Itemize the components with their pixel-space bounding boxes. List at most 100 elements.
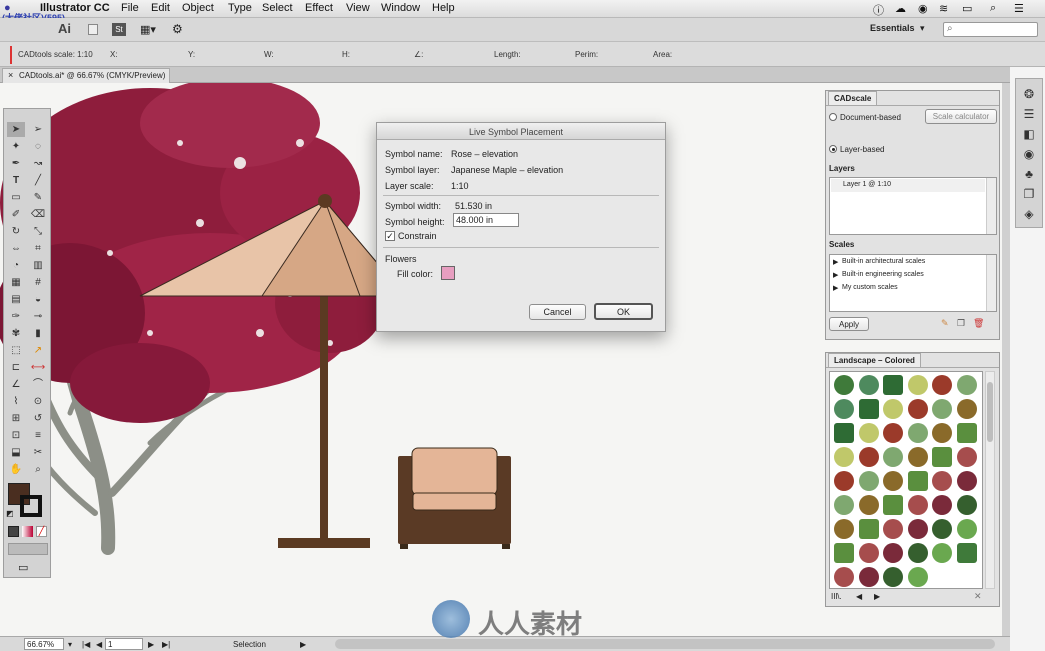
symbol-thumbnail[interactable] <box>834 543 854 563</box>
mesh-tool-icon[interactable]: # <box>29 275 47 290</box>
eyedropper-tool-icon[interactable]: ✑ <box>7 309 25 324</box>
free-transform-tool-icon[interactable]: ⌗ <box>29 241 47 256</box>
cadtools-wall-tool-icon[interactable]: ≡ <box>29 428 47 443</box>
symbol-thumbnail[interactable] <box>883 375 903 395</box>
symbol-thumbnail[interactable] <box>834 447 854 467</box>
zoom-arrow-icon[interactable]: ▾ <box>68 640 72 649</box>
lasso-tool-icon[interactable]: ◌ <box>29 139 47 154</box>
screen-mode-icon[interactable]: ▭ <box>18 561 28 574</box>
slice-tool-icon[interactable]: ⬓ <box>7 445 25 460</box>
cadtools-transform-tool-icon[interactable]: ⊞ <box>7 411 25 426</box>
symbol-thumbnail[interactable] <box>907 543 928 563</box>
menu-effect[interactable]: Effect <box>305 2 333 14</box>
menu-file[interactable]: File <box>121 2 139 14</box>
layer-row[interactable]: Layer 1 @ 1:10 <box>831 179 985 192</box>
document-based-radio[interactable] <box>829 113 837 121</box>
symbol-thumbnail[interactable] <box>834 423 854 443</box>
gradient-button[interactable] <box>22 526 33 537</box>
landscape-tab[interactable]: Landscape – Colored <box>828 353 921 367</box>
symbol-thumbnail[interactable] <box>834 495 854 515</box>
bridge-icon[interactable] <box>88 24 98 35</box>
symbol-thumbnail[interactable] <box>907 423 928 443</box>
symbol-thumbnail[interactable] <box>956 519 977 539</box>
workspace-switcher[interactable]: Essentials <box>870 23 915 33</box>
ok-button[interactable]: OK <box>594 303 653 320</box>
direct-selection-tool-icon[interactable]: ➢ <box>29 122 47 137</box>
menu-view[interactable]: View <box>346 2 370 14</box>
symbol-thumbnail[interactable] <box>932 375 952 395</box>
draw-mode-buttons[interactable] <box>8 543 48 555</box>
layer-based-radio[interactable] <box>829 145 837 153</box>
symbol-thumbnail[interactable] <box>834 471 854 491</box>
symbol-thumbnail[interactable] <box>858 399 879 419</box>
record-icon[interactable]: ◉ <box>918 2 928 15</box>
symbol-thumbnail[interactable] <box>932 495 952 515</box>
live-paint-tool-icon[interactable]: ▥ <box>29 258 47 273</box>
menu-edit[interactable]: Edit <box>151 2 170 14</box>
selection-tool-icon[interactable]: ➤ <box>7 122 25 137</box>
zoom-field[interactable]: 66.67% <box>24 638 64 650</box>
scroll-thumb[interactable] <box>987 382 993 442</box>
gradient-panel-icon[interactable]: ◧ <box>1022 127 1036 141</box>
symbol-thumbnail[interactable] <box>932 519 952 539</box>
symbol-thumbnail[interactable] <box>956 447 977 467</box>
creative-cloud-icon[interactable]: ☁ <box>895 2 906 15</box>
symbol-thumbnail[interactable] <box>956 399 977 419</box>
symbol-thumbnail[interactable] <box>858 495 879 515</box>
symbol-thumbnail[interactable] <box>883 471 903 491</box>
symbol-thumbnail[interactable] <box>834 567 854 587</box>
cadtools-arc-tool-icon[interactable]: ⌒ <box>29 377 47 392</box>
document-tab[interactable]: × CADtools.ai* @ 66.67% (CMYK/Preview) <box>2 68 170 83</box>
line-tool-icon[interactable]: ╱ <box>29 173 47 188</box>
cadscale-tab[interactable]: CADscale <box>828 91 878 105</box>
symbol-thumbnail[interactable] <box>907 399 928 419</box>
appearance-panel-icon[interactable]: ◉ <box>1022 147 1036 161</box>
cadtools-draw-tool-icon[interactable]: ⌇ <box>7 394 25 409</box>
symbol-thumbnail[interactable] <box>907 447 928 467</box>
paintbrush-tool-icon[interactable]: ✎ <box>29 190 47 205</box>
shape-builder-tool-icon[interactable]: ◔ <box>7 258 25 273</box>
symbol-thumbnail[interactable] <box>932 423 952 443</box>
apply-button[interactable]: Apply <box>829 317 869 331</box>
symbol-thumbnail[interactable] <box>858 567 879 587</box>
color-guide-icon[interactable]: ❂ <box>1022 87 1036 101</box>
stroke-swatch[interactable] <box>20 495 42 517</box>
next-library-icon[interactable]: ▶ <box>874 592 880 601</box>
symbol-thumbnail[interactable] <box>834 375 854 395</box>
symbol-thumbnail[interactable] <box>907 375 928 395</box>
search-field[interactable]: ⌕ <box>943 22 1038 37</box>
measure-tool-icon[interactable]: ⊸ <box>29 309 47 324</box>
menu-type[interactable]: Type <box>228 2 252 14</box>
symbol-thumbnail[interactable] <box>858 447 879 467</box>
scale-item-custom[interactable]: My custom scales <box>842 284 898 291</box>
magic-wand-tool-icon[interactable]: ✦ <box>7 139 25 154</box>
symbol-thumbnail[interactable] <box>956 495 977 515</box>
spotlight-icon[interactable]: ⌕ <box>990 2 996 15</box>
stock-icon[interactable]: St <box>112 23 126 36</box>
gradient-tool-icon[interactable]: ▤ <box>7 292 25 307</box>
none-button[interactable]: ╱ <box>36 526 47 537</box>
symbol-thumbnail[interactable] <box>932 543 952 563</box>
constrain-checkbox[interactable]: ✓ <box>385 231 395 241</box>
eraser-tool-icon[interactable]: ⌫ <box>29 207 47 222</box>
blend-tool-icon[interactable]: ◒ <box>29 292 47 307</box>
knife-tool-icon[interactable]: ✂ <box>29 445 47 460</box>
symbols-panel-icon[interactable]: ♣ <box>1022 167 1036 181</box>
symbol-thumbnail[interactable] <box>858 471 879 491</box>
vertical-scrollbar[interactable] <box>1002 83 1010 636</box>
perspective-grid-tool-icon[interactable]: ▦ <box>7 275 25 290</box>
cancel-button[interactable]: Cancel <box>529 304 586 320</box>
symbol-thumbnail[interactable] <box>907 567 928 587</box>
symbol-thumbnail[interactable] <box>883 495 903 515</box>
symbol-sprayer-tool-icon[interactable]: ✾ <box>7 326 25 341</box>
artboard-tool-icon[interactable]: ⬚ <box>7 343 25 358</box>
battery-icon[interactable]: ▭ <box>962 2 972 15</box>
info-icon[interactable]: ⓘ <box>873 2 884 18</box>
artboard-number-field[interactable]: 1 <box>105 638 143 650</box>
curvature-tool-icon[interactable]: ↝ <box>29 156 47 171</box>
scale-calculator-button[interactable]: Scale calculator <box>925 109 997 124</box>
previous-artboard-icon[interactable]: ◀ <box>96 640 102 649</box>
hand-tool-icon[interactable]: ✋ <box>7 462 25 477</box>
column-graph-tool-icon[interactable]: ▮ <box>29 326 47 341</box>
width-tool-icon[interactable]: ⇔ <box>7 241 25 256</box>
